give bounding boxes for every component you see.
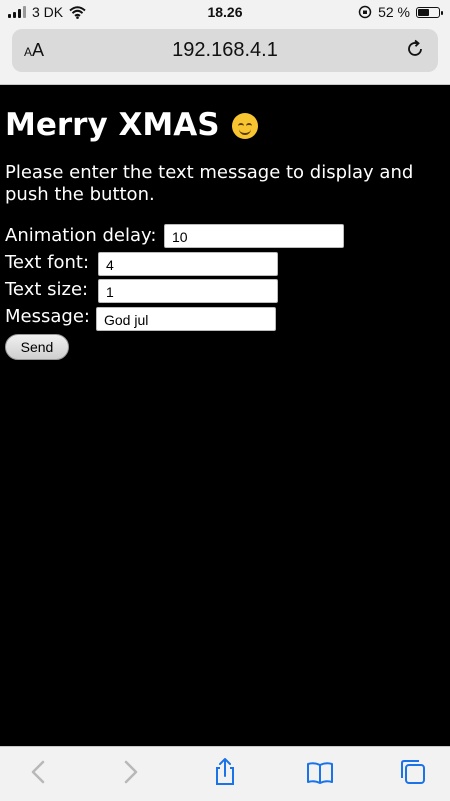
forward-arrow-icon[interactable]	[115, 757, 145, 787]
send-button[interactable]: Send	[5, 334, 69, 360]
battery-icon	[416, 6, 443, 18]
message-label: Message:	[5, 306, 90, 327]
message-input[interactable]: God jul	[96, 307, 276, 331]
status-bar: 3 DK 18.26 52 %	[0, 0, 450, 24]
battery-percent: 52 %	[378, 4, 410, 20]
back-arrow-icon[interactable]	[24, 757, 54, 787]
animation-delay-label: Animation delay:	[5, 225, 157, 246]
orientation-lock-icon	[358, 5, 372, 19]
share-icon[interactable]	[210, 757, 240, 787]
text-size-input[interactable]: 1	[98, 279, 278, 303]
text-size-label: Text size:	[5, 279, 89, 300]
text-font-input[interactable]: 4	[98, 252, 278, 276]
page-content: Merry XMAS Please enter the text message…	[5, 84, 445, 360]
animation-delay-input[interactable]: 10	[164, 224, 344, 248]
form: Animation delay: 10 Text font: 4 Text si…	[5, 84, 445, 384]
url-text[interactable]: 192.168.4.1	[12, 39, 438, 62]
browser-top-chrome: 3 DK 18.26 52 % AA 192.168.4.1	[0, 0, 450, 85]
text-font-label: Text font:	[5, 252, 90, 273]
browser-toolbar	[0, 746, 450, 801]
status-right: 52 %	[358, 4, 443, 20]
address-bar[interactable]: AA 192.168.4.1	[12, 29, 438, 72]
reload-icon[interactable]	[404, 38, 426, 60]
tabs-icon[interactable]	[398, 757, 428, 787]
bookmarks-icon[interactable]	[305, 757, 335, 787]
